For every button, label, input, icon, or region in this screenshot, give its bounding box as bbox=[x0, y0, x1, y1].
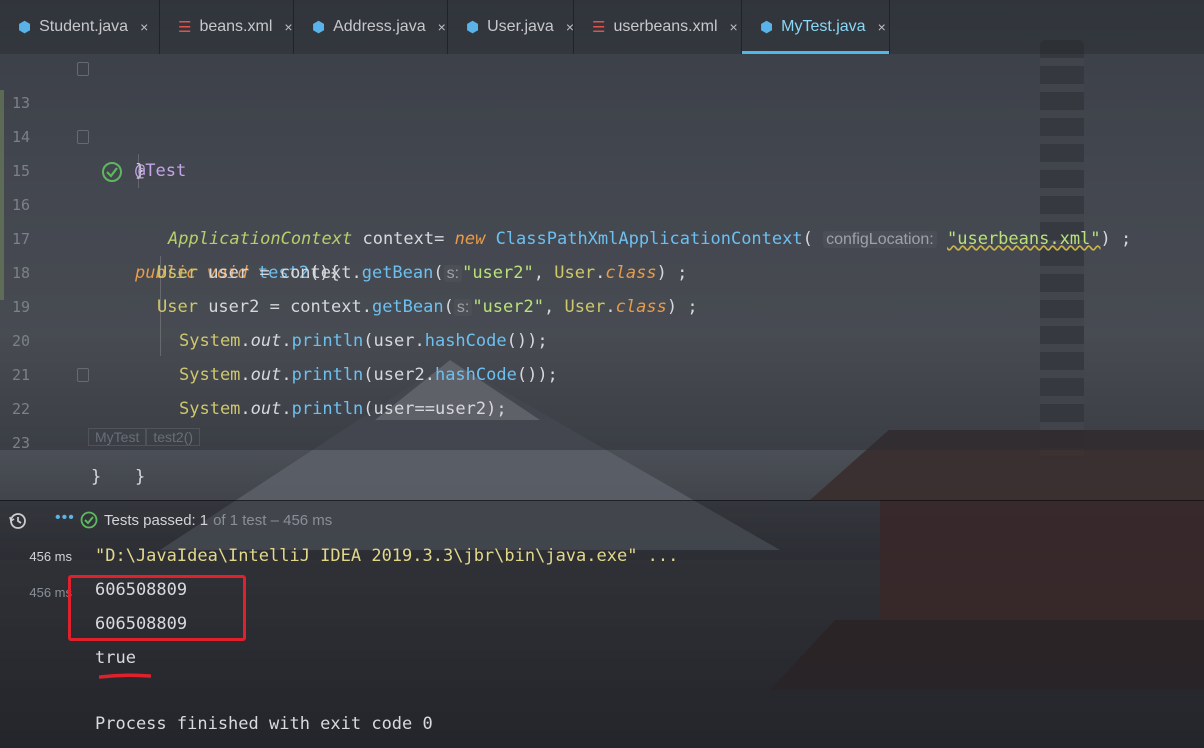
code-line: 16 ApplicationContext context= new Class… bbox=[0, 154, 1204, 249]
tests-passed-count: 1 bbox=[199, 511, 209, 529]
code-line: 15 public void test2(){ bbox=[0, 120, 1204, 283]
tests-passed-label: Tests passed: bbox=[104, 511, 196, 529]
code-line: 22 } bbox=[0, 358, 1204, 487]
code-line: 18 User user2 = context.getBean(s: "user2… bbox=[0, 222, 1204, 317]
java-class-icon: ⬢ bbox=[312, 19, 326, 36]
tab-mytest-java[interactable]: ⬢ MyTest.java × bbox=[742, 0, 890, 54]
tab-student-java[interactable]: ⬢ Student.java × bbox=[0, 0, 160, 54]
code-line: 23 } bbox=[0, 392, 1204, 487]
tab-userbeans-xml[interactable]: ☰ userbeans.xml × bbox=[574, 0, 742, 54]
code-text: } bbox=[91, 467, 102, 487]
close-icon[interactable]: × bbox=[284, 19, 292, 35]
breadcrumb-item[interactable]: test2() bbox=[146, 428, 201, 446]
close-icon[interactable]: × bbox=[730, 19, 738, 35]
console-line: Process finished with exit code 0 bbox=[95, 714, 433, 734]
tab-label: User.java bbox=[487, 18, 554, 35]
code-line: 14 @Test bbox=[0, 86, 1204, 181]
fold-icon[interactable] bbox=[77, 368, 89, 382]
java-class-icon: ⬢ bbox=[466, 19, 480, 36]
close-icon[interactable]: × bbox=[566, 19, 574, 35]
console-line: "D:\JavaIdea\IntelliJ IDEA 2019.3.3\jbr\… bbox=[95, 546, 679, 566]
xml-file-icon: ☰ bbox=[592, 19, 606, 36]
line-number: 23 bbox=[12, 434, 31, 452]
breadcrumb-item[interactable]: MyTest bbox=[88, 428, 147, 446]
close-icon[interactable]: × bbox=[140, 19, 148, 35]
tab-label: Student.java bbox=[39, 18, 129, 35]
highlight-box-annotation bbox=[68, 575, 246, 641]
code-line: 20 System.out.println(user2.hashCode()); bbox=[0, 290, 1204, 385]
run-toolbar: ••• Tests passed: 1 of 1 test – 456 ms bbox=[0, 501, 1204, 539]
more-options-icon[interactable]: ••• bbox=[55, 509, 75, 527]
test-passed-icon bbox=[80, 511, 98, 529]
fold-icon[interactable] bbox=[77, 130, 89, 144]
java-test-class-icon: ⬢ bbox=[760, 19, 774, 36]
test-status: Tests passed: 1 of 1 test – 456 ms bbox=[80, 511, 332, 529]
tab-user-java[interactable]: ⬢ User.java × bbox=[448, 0, 574, 54]
code-text: } bbox=[135, 467, 146, 487]
code-line: 21 System.out.println(user==user2); bbox=[0, 324, 1204, 419]
code-line: 13 } bbox=[0, 52, 1204, 181]
tab-address-java[interactable]: ⬢ Address.java × bbox=[294, 0, 448, 54]
xml-file-icon: ☰ bbox=[178, 19, 192, 36]
elapsed-time: 456 ms bbox=[29, 585, 72, 600]
close-icon[interactable]: × bbox=[878, 19, 886, 35]
tab-label: MyTest.java bbox=[781, 18, 866, 35]
underline-annotation bbox=[99, 673, 151, 679]
fold-icon[interactable] bbox=[77, 62, 89, 76]
close-icon[interactable]: × bbox=[438, 19, 446, 35]
editor-tab-bar: ⬢ Student.java × ☰ beans.xml × ⬢ Address… bbox=[0, 0, 1204, 54]
history-icon[interactable] bbox=[8, 511, 28, 536]
code-editor[interactable]: 13 } 14 @Test 15 public void test2(){ 16… bbox=[0, 52, 1204, 487]
breadcrumb: MyTest test2() bbox=[88, 424, 201, 450]
elapsed-time: 456 ms bbox=[29, 549, 72, 564]
tests-total: of 1 test – 456 ms bbox=[213, 511, 333, 529]
tab-label: beans.xml bbox=[199, 18, 273, 35]
java-class-icon: ⬢ bbox=[18, 19, 32, 36]
code-line: 17 User user = context.getBean(s: "user2"… bbox=[0, 188, 1204, 283]
console-line: true bbox=[95, 648, 136, 668]
tab-label: Address.java bbox=[333, 18, 426, 35]
code-line: 19 System.out.println(user.hashCode()); bbox=[0, 256, 1204, 351]
tab-label: userbeans.xml bbox=[613, 18, 718, 35]
tab-beans-xml[interactable]: ☰ beans.xml × bbox=[160, 0, 294, 54]
